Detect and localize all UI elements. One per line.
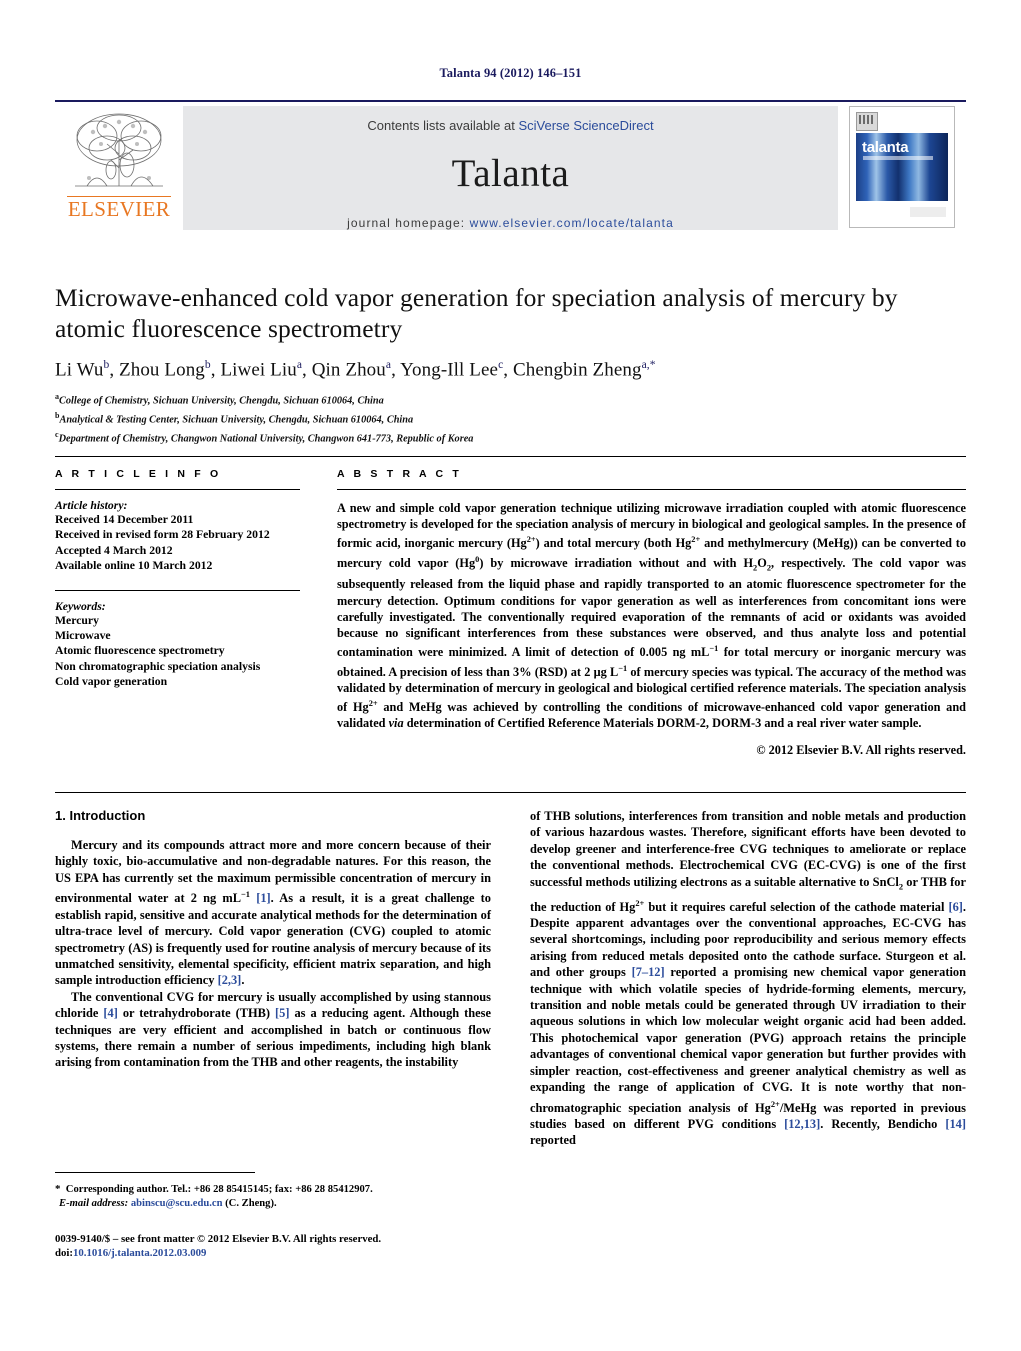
email-owner: (C. Zheng).: [225, 1198, 277, 1209]
history-received: Received 14 December 2011: [55, 513, 194, 526]
affiliation-list: aCollege of Chemistry, Sichuan Universit…: [55, 390, 966, 446]
affiliation-text-b: Analytical & Testing Center, Sichuan Uni…: [59, 414, 414, 426]
doi-prefix: doi:: [55, 1247, 73, 1260]
article-history-heading: Article history:: [55, 499, 128, 512]
publisher-logo: ELSEVIER: [55, 106, 183, 230]
footnote-rule: [55, 1172, 255, 1173]
body-paragraph: Mercury and its compounds attract more a…: [55, 838, 491, 988]
elsevier-wordmark: ELSEVIER: [67, 196, 171, 221]
keyword-item: Cold vapor generation: [55, 675, 168, 689]
body-paragraph: of THB solutions, interferences from tra…: [530, 809, 967, 1148]
homepage-url-link[interactable]: www.elsevier.com/locate/talanta: [470, 216, 674, 230]
article-info-label: A R T I C L E I N F O: [55, 468, 222, 480]
journal-banner: Contents lists available at SciVerse Sci…: [183, 106, 838, 230]
cover-journal-name: talanta: [862, 139, 909, 156]
keywords-heading: Keywords:: [55, 599, 106, 613]
cover-badge-icon: [856, 112, 878, 131]
abstract-block: A B S T R A C T A new and simple cold va…: [337, 468, 966, 758]
email-label: E-mail address:: [59, 1198, 129, 1209]
article-title: Microwave-enhanced cold vapor generation…: [55, 283, 898, 343]
homepage-prefix: journal homepage:: [347, 216, 470, 230]
article-info-block: A R T I C L E I N F O Article history: R…: [55, 468, 300, 690]
cover-subtitle-bar: [863, 156, 933, 160]
contents-prefix: Contents lists available at: [367, 118, 519, 133]
body-column-left: 1. Introduction Mercury and its compound…: [55, 808, 491, 1071]
article-info-rule: [55, 489, 300, 490]
info-top-rule: [55, 456, 966, 457]
keyword-item: Non chromatographic speciation analysis: [55, 659, 261, 673]
doi-link[interactable]: 10.1016/j.talanta.2012.03.009: [73, 1247, 206, 1259]
journal-homepage-line: journal homepage: www.elsevier.com/locat…: [347, 216, 674, 230]
keyword-item: Microwave: [55, 629, 111, 643]
info-bottom-rule: [55, 792, 966, 793]
title-block: Microwave-enhanced cold vapor generation…: [55, 282, 966, 446]
masthead-top-rule: [55, 100, 966, 102]
abstract-label: A B S T R A C T: [337, 468, 462, 480]
affiliation-text-a: College of Chemistry, Sichuan University…: [59, 395, 384, 407]
running-head: Talanta 94 (2012) 146–151: [439, 66, 582, 80]
footnote-block: * Corresponding author. Tel.: +86 28 854…: [55, 1182, 491, 1211]
affiliation-b: bAnalytical & Testing Center, Sichuan Un…: [55, 409, 966, 428]
doi-line: doi:10.1016/j.talanta.2012.03.009: [55, 1246, 655, 1260]
journal-masthead: ELSEVIER Contents lists available at Sci…: [55, 100, 966, 230]
keyword-item: Atomic fluorescence spectrometry: [55, 644, 225, 658]
abstract-copyright: © 2012 Elsevier B.V. All rights reserved…: [756, 742, 966, 757]
email-link[interactable]: abinscu@scu.edu.cn: [131, 1198, 223, 1209]
email-note: E-mail address: abinscu@scu.edu.cn (C. Z…: [55, 1197, 491, 1211]
keyword-item: Mercury: [55, 613, 99, 627]
body-paragraph: The conventional CVG for mercury is usua…: [55, 989, 491, 1070]
journal-cover-thumbnail: talanta: [838, 106, 966, 230]
history-revised: Received in revised form 28 February 201…: [55, 528, 270, 542]
contents-available-line: Contents lists available at SciVerse Sci…: [367, 118, 653, 133]
corresponding-author-note: * Corresponding author. Tel.: +86 28 854…: [55, 1183, 373, 1195]
history-accepted: Accepted 4 March 2012: [55, 543, 173, 557]
affiliation-text-c: Department of Chemistry, Changwon Nation…: [58, 433, 474, 444]
cover-footer-mark: [910, 207, 946, 217]
issn-line: 0039-9140/$ – see front matter © 2012 El…: [55, 1233, 382, 1245]
keywords-rule: [55, 589, 300, 591]
author-list: Li Wub, Zhou Longb, Liwei Liua, Qin Zhou…: [55, 359, 656, 381]
body-columns: 1. Introduction Mercury and its compound…: [55, 808, 966, 1218]
affiliation-a: aCollege of Chemistry, Sichuan Universit…: [55, 390, 966, 409]
body-column-right: of THB solutions, interferences from tra…: [530, 808, 966, 1149]
elsevier-tree-icon: [67, 110, 171, 196]
history-online: Available online 10 March 2012: [55, 559, 213, 573]
abstract-text: A new and simple cold vapor generation t…: [337, 501, 967, 731]
sciencedirect-link[interactable]: SciVerse ScienceDirect: [518, 118, 653, 133]
affiliation-c: cDepartment of Chemistry, Changwon Natio…: [55, 428, 966, 447]
abstract-rule: [337, 489, 966, 490]
issn-block: 0039-9140/$ – see front matter © 2012 El…: [55, 1232, 655, 1261]
article-first-page: Talanta 94 (2012) 146–151 ELSEVIER Conte…: [0, 0, 1021, 1351]
section-heading-introduction: 1. Introduction: [55, 808, 146, 823]
journal-title: Talanta: [451, 152, 570, 195]
